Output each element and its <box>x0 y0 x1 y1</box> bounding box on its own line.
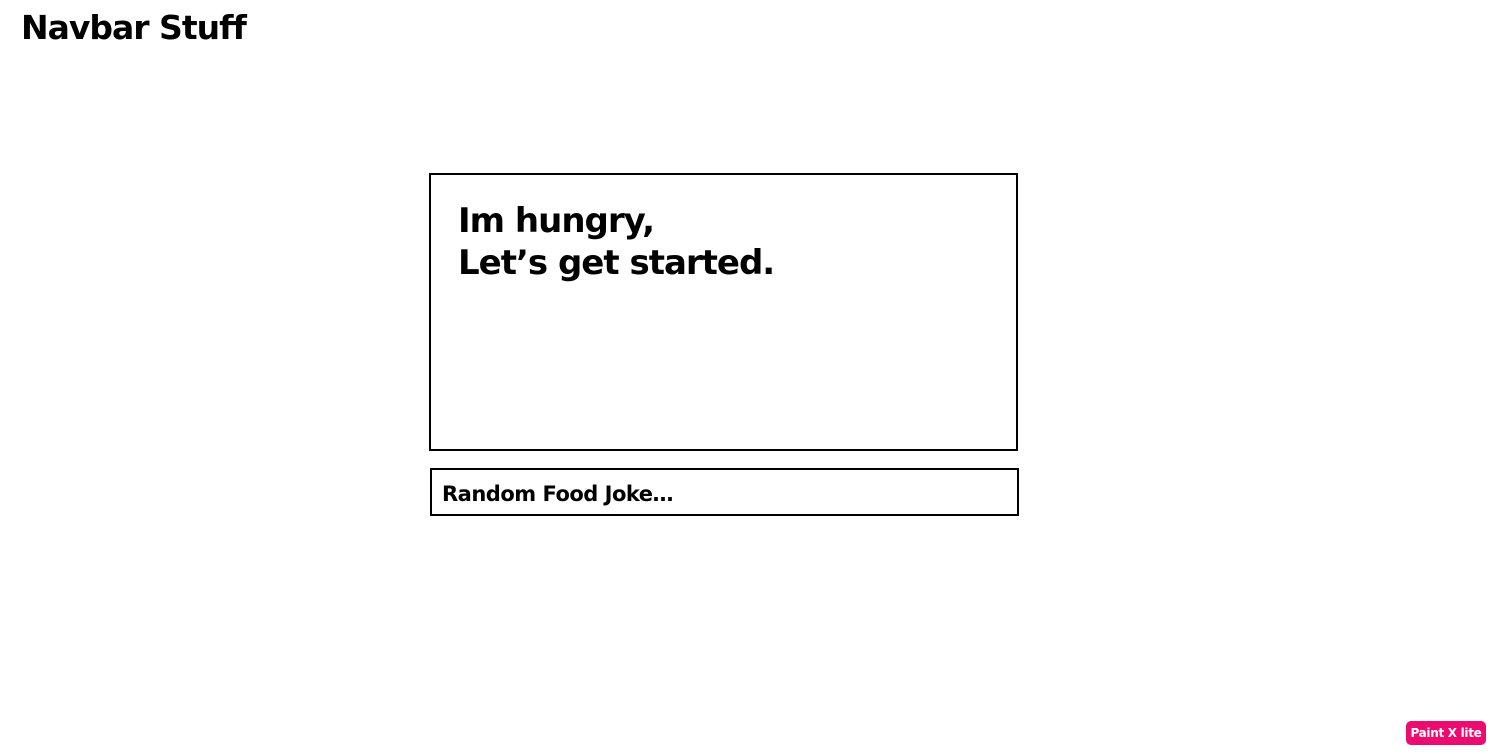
paint-x-lite-badge[interactable]: Paint X lite <box>1406 721 1486 745</box>
hero-card: Im hungry, Let’s get started. <box>429 173 1018 451</box>
food-joke-text: Random Food Joke… <box>442 482 674 506</box>
hero-text: Im hungry, Let’s get started. <box>458 200 775 284</box>
hero-line-2: Let’s get started. <box>458 243 775 283</box>
page: Navbar Stuff Im hungry, Let’s get starte… <box>0 0 1496 754</box>
hero-line-1: Im hungry, <box>458 201 655 241</box>
food-joke-box[interactable]: Random Food Joke… <box>430 468 1019 516</box>
navbar-title[interactable]: Navbar Stuff <box>21 8 247 48</box>
